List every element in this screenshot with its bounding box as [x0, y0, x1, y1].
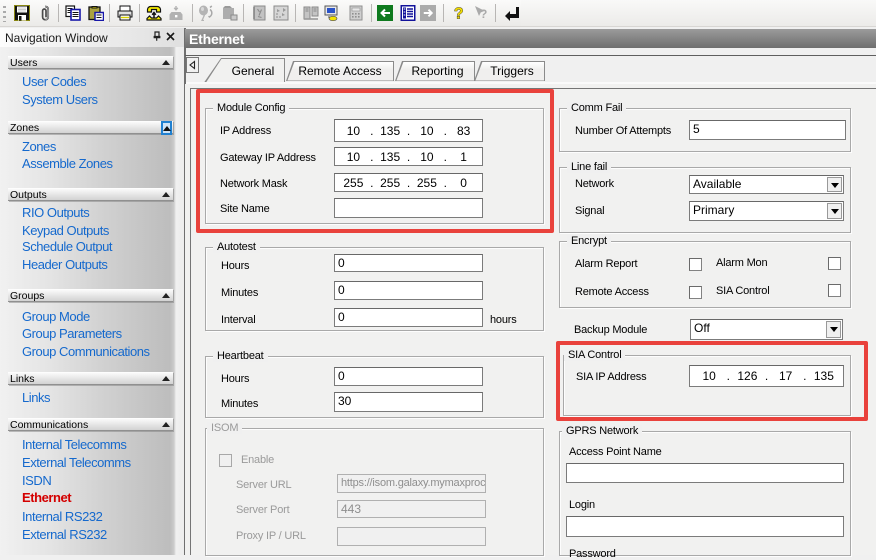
svg-text:?: ? — [454, 6, 463, 22]
svg-text:?: ? — [480, 7, 487, 21]
